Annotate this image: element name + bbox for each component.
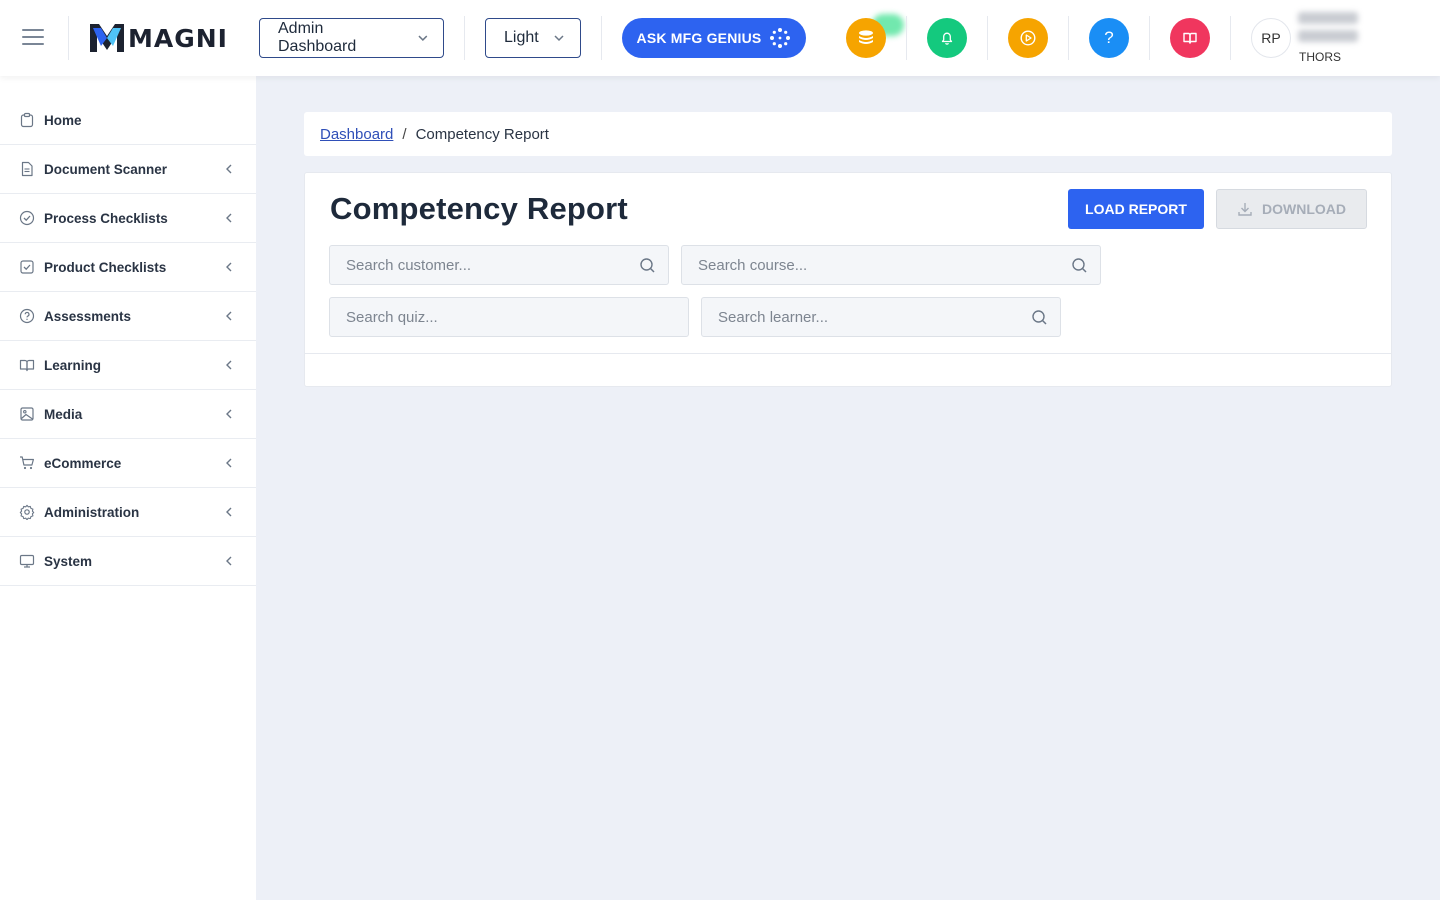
header-divider — [1230, 16, 1231, 60]
avatar-initials: RP — [1261, 30, 1281, 46]
coins-button[interactable] — [846, 18, 886, 58]
header-divider — [1149, 16, 1150, 60]
search-quiz-input[interactable] — [330, 298, 688, 336]
search-customer-input[interactable] — [330, 246, 668, 284]
book-icon — [1183, 32, 1197, 44]
breadcrumb-separator: / — [402, 125, 407, 143]
sidebar-item-ecommerce[interactable]: eCommerce — [0, 439, 256, 488]
gear-icon — [18, 504, 35, 521]
sidebar-item-label: Learning — [44, 357, 102, 373]
header-divider — [464, 16, 465, 60]
theme-select[interactable]: Light — [485, 18, 581, 58]
sidebar-item-product-checklists[interactable]: Product Checklists — [0, 243, 256, 292]
sidebar-item-document-scanner[interactable]: Document Scanner — [0, 145, 256, 194]
chevron-left-icon — [226, 556, 232, 566]
video-tutorials-button[interactable] — [1008, 18, 1048, 58]
search-icon — [640, 258, 655, 273]
sidebar-item-assessments[interactable]: Assessments — [0, 292, 256, 341]
check-circle-icon — [18, 210, 35, 227]
search-course-field — [681, 245, 1101, 285]
question-circle-icon — [18, 308, 35, 325]
page-title: Competency Report — [330, 191, 628, 226]
search-icon — [1032, 310, 1047, 325]
help-icon: ? — [1104, 28, 1114, 47]
logo-text: MAGNI — [128, 23, 228, 53]
user-name-redacted — [1298, 12, 1358, 46]
breadcrumb-link-dashboard[interactable]: Dashboard — [320, 126, 393, 143]
chevron-left-icon — [226, 213, 232, 223]
sidebar-item-media[interactable]: Media — [0, 390, 256, 439]
sidebar-item-home[interactable]: Home — [0, 96, 256, 145]
chevron-left-icon — [226, 262, 232, 272]
image-icon — [18, 406, 35, 423]
magni-logo[interactable]: MAGNI — [90, 22, 228, 54]
sidebar: Home Document Scanner Process Checklists… — [0, 76, 256, 900]
header-divider — [1068, 16, 1069, 60]
ask-button-label: ASK MFG GENIUS — [636, 30, 762, 46]
chevron-left-icon — [226, 458, 232, 468]
sidebar-item-system[interactable]: System — [0, 537, 256, 586]
top-header: MAGNI Admin Dashboard Light ASK MFG GENI… — [0, 0, 1440, 76]
book-open-icon — [18, 357, 35, 374]
theme-select-value: Light — [504, 29, 539, 46]
notifications-button[interactable] — [927, 18, 967, 58]
sidebar-item-administration[interactable]: Administration — [0, 488, 256, 537]
search-customer-field — [329, 245, 669, 285]
sidebar-item-label: Home — [44, 112, 82, 128]
sidebar-item-label: eCommerce — [44, 455, 122, 471]
sidebar-item-label: Process Checklists — [44, 210, 168, 226]
card-divider — [305, 353, 1391, 354]
search-quiz-field — [329, 297, 689, 337]
sidebar-item-label: Product Checklists — [44, 259, 167, 275]
document-icon — [18, 161, 35, 178]
header-divider — [906, 16, 907, 60]
check-square-icon — [18, 259, 35, 276]
help-button[interactable]: ? — [1089, 18, 1129, 58]
download-button[interactable]: DOWNLOAD — [1216, 189, 1367, 229]
header-divider — [987, 16, 988, 60]
breadcrumb: Dashboard / Competency Report — [304, 112, 1392, 156]
chevron-left-icon — [226, 311, 232, 321]
dashboard-select-value: Admin Dashboard — [278, 20, 357, 55]
sidebar-item-label: Administration — [44, 504, 140, 520]
ask-mfg-genius-button[interactable]: ASK MFG GENIUS — [622, 18, 806, 58]
sparkle-icon — [770, 28, 791, 48]
bell-icon — [941, 32, 953, 45]
sidebar-item-label: Media — [44, 406, 83, 422]
user-organization: THORS — [1299, 50, 1341, 64]
header-divider — [68, 16, 69, 60]
breadcrumb-current: Competency Report — [415, 125, 549, 143]
download-label: DOWNLOAD — [1262, 201, 1346, 217]
load-report-label: LOAD REPORT — [1085, 201, 1187, 217]
chevron-left-icon — [226, 409, 232, 419]
search-learner-input[interactable] — [702, 298, 1060, 336]
report-card: Competency Report LOAD REPORT DOWNLOAD — [304, 172, 1392, 387]
chevron-left-icon — [226, 360, 232, 370]
chevron-left-icon — [226, 507, 232, 517]
clipboard-icon — [18, 112, 35, 129]
sidebar-item-label: Document Scanner — [44, 161, 168, 177]
dashboard-select[interactable]: Admin Dashboard — [259, 18, 444, 58]
load-report-button[interactable]: LOAD REPORT — [1068, 189, 1204, 229]
sidebar-item-label: Assessments — [44, 308, 132, 324]
user-avatar[interactable]: RP — [1251, 18, 1291, 58]
chevron-down-icon — [554, 35, 564, 42]
chevron-down-icon — [418, 35, 428, 41]
documentation-button[interactable] — [1170, 18, 1210, 58]
download-icon — [1238, 203, 1252, 216]
header-divider — [601, 16, 602, 60]
sidebar-item-process-checklists[interactable]: Process Checklists — [0, 194, 256, 243]
play-icon — [1020, 30, 1036, 46]
search-course-input[interactable] — [682, 246, 1100, 284]
search-icon — [1072, 258, 1087, 273]
chevron-left-icon — [226, 164, 232, 174]
magni-logo-mark-icon — [90, 24, 124, 52]
sidebar-item-learning[interactable]: Learning — [0, 341, 256, 390]
cart-icon — [18, 455, 35, 472]
search-learner-field — [701, 297, 1061, 337]
hamburger-menu-icon[interactable] — [22, 29, 44, 47]
sidebar-item-label: System — [44, 553, 93, 569]
monitor-icon — [18, 553, 35, 570]
coins-icon — [859, 30, 873, 44]
